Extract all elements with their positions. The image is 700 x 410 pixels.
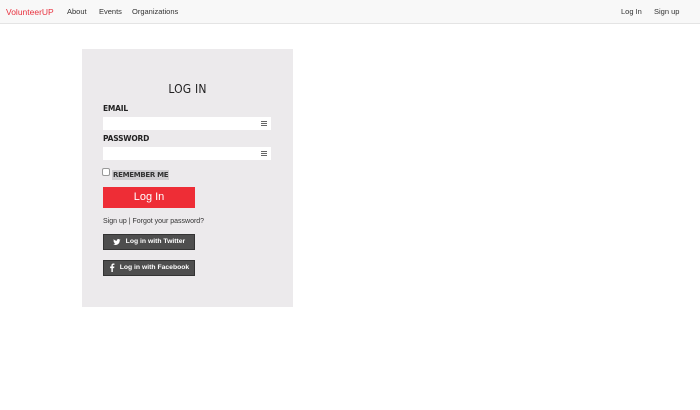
nav-link-events[interactable]: Events [99,7,122,16]
email-field-menu-icon [261,121,267,126]
email-input[interactable] [103,117,271,130]
signup-link[interactable]: Sign up [103,218,127,225]
twitter-login-label: Log in with Twitter [125,238,186,245]
nav-link-about[interactable]: About [67,7,87,16]
nav-link-login[interactable]: Log In [621,7,642,16]
password-field-menu-icon [261,151,267,156]
nav-link-signup[interactable]: Sign up [654,7,679,16]
link-separator: | [128,218,131,225]
twitter-bird-icon [112,235,121,251]
email-label: EMAIL [103,104,128,113]
facebook-login-label: Log in with Facebook [119,264,190,271]
password-label: PASSWORD [103,134,150,143]
brand-logo-link[interactable]: VolunteerUP [6,7,54,17]
password-input[interactable] [103,147,271,160]
login-submit-button[interactable]: Log In [103,187,195,208]
remember-me-label[interactable]: REMEMBER ME [112,170,170,180]
auth-links: Sign up | Forgot your password? [103,218,204,225]
forgot-password-link[interactable]: Forgot your password? [132,218,204,225]
facebook-login-button[interactable]: Log in with Facebook [103,260,195,276]
nav-link-organizations[interactable]: Organizations [132,7,178,16]
remember-me-checkbox[interactable] [102,168,110,176]
twitter-login-button[interactable]: Log in with Twitter [103,234,195,250]
facebook-f-icon [109,261,115,277]
login-title: LOG IN [168,82,207,96]
login-panel: LOG IN EMAIL PASSWORD REMEMBER ME Log In… [82,49,293,307]
top-navbar: VolunteerUP About Events Organizations L… [0,0,700,24]
